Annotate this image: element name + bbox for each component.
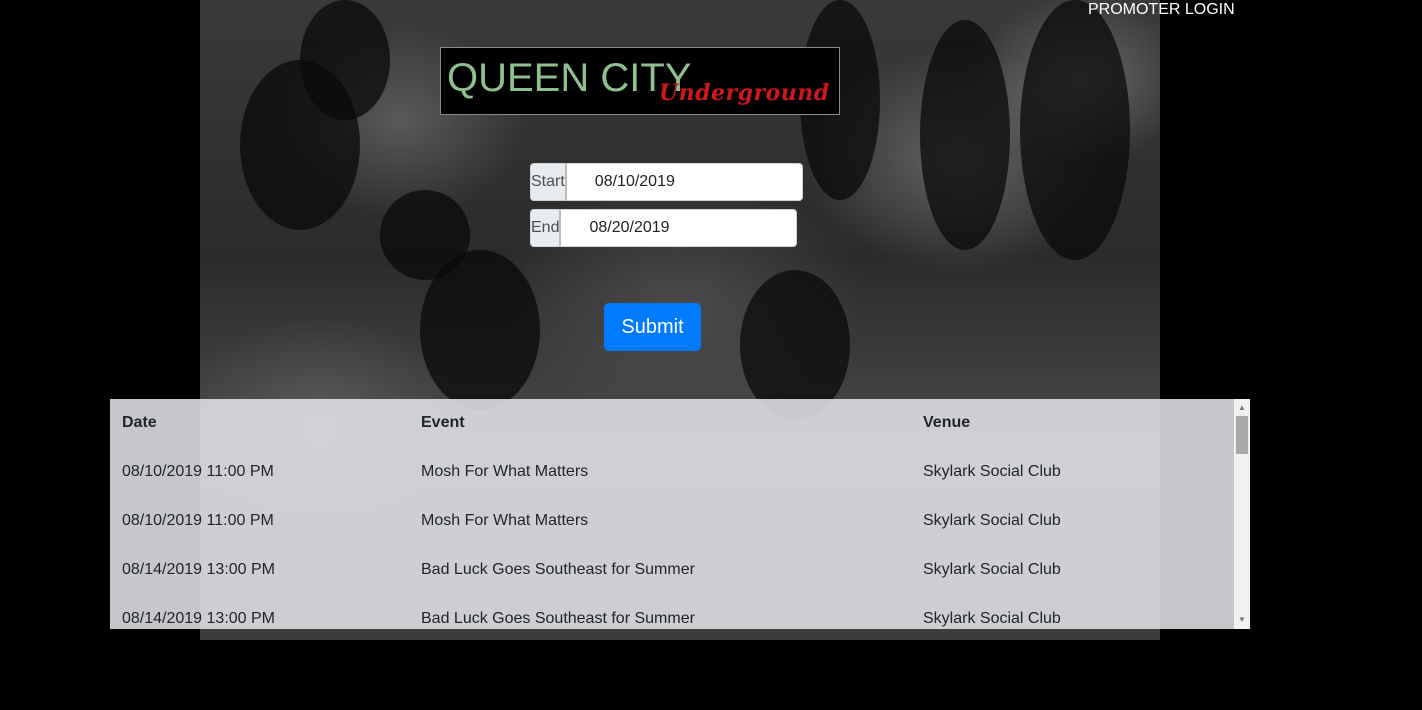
- event-name-cell: Mosh For What Matters: [421, 511, 589, 529]
- scroll-up-arrow-icon[interactable]: ▲: [1234, 401, 1250, 415]
- page: PROMOTER LOGIN QUEEN CITY Underground St…: [0, 0, 1422, 710]
- end-date-label: End: [530, 209, 560, 247]
- event-name-cell: Bad Luck Goes Southeast for Summer: [421, 609, 695, 627]
- start-date-input[interactable]: [564, 163, 803, 201]
- table-row[interactable]: 08/10/2019 11:00 PM Mosh For What Matter…: [110, 447, 1234, 496]
- event-venue-cell: Skylark Social Club: [923, 511, 1061, 529]
- event-venue-cell: Skylark Social Club: [923, 462, 1061, 480]
- events-table-panel: Date Event Venue 08/10/2019 11:00 PM Mos…: [110, 399, 1250, 629]
- end-date-input[interactable]: [559, 209, 798, 247]
- event-date-cell: 08/10/2019 11:00 PM: [122, 462, 274, 480]
- column-header-event: Event: [421, 414, 465, 431]
- event-venue-cell: Skylark Social Club: [923, 609, 1061, 627]
- table-header-row: Date Event Venue: [110, 399, 1234, 447]
- scroll-down-arrow-icon[interactable]: ▼: [1234, 613, 1250, 627]
- events-table: Date Event Venue 08/10/2019 11:00 PM Mos…: [110, 399, 1234, 629]
- event-date-cell: 08/14/2019 13:00 PM: [122, 560, 276, 578]
- event-venue-cell: Skylark Social Club: [923, 560, 1061, 578]
- column-header-venue: Venue: [923, 414, 971, 431]
- start-date-label: Start: [530, 163, 565, 201]
- logo-title: QUEEN CITY: [447, 56, 692, 100]
- table-row[interactable]: 08/14/2019 13:00 PM Bad Luck Goes Southe…: [110, 594, 1234, 629]
- site-logo[interactable]: QUEEN CITY Underground: [440, 47, 840, 115]
- event-date-cell: 08/14/2019 13:00 PM: [122, 609, 276, 627]
- promoter-login-link[interactable]: PROMOTER LOGIN: [1088, 1, 1235, 19]
- event-name-cell: Bad Luck Goes Southeast for Summer: [421, 560, 695, 578]
- table-row[interactable]: 08/14/2019 13:00 PM Bad Luck Goes Southe…: [110, 545, 1234, 594]
- table-row[interactable]: 08/10/2019 11:00 PM Mosh For What Matter…: [110, 496, 1234, 545]
- table-scrollbar[interactable]: ▲ ▼: [1234, 399, 1250, 629]
- end-date-group: End: [530, 209, 798, 247]
- start-date-group: Start: [530, 163, 803, 201]
- logo-subtitle: Underground: [659, 80, 830, 106]
- submit-button[interactable]: Submit: [604, 303, 701, 351]
- column-header-date: Date: [122, 414, 157, 431]
- event-name-cell: Mosh For What Matters: [421, 462, 589, 480]
- event-date-cell: 08/10/2019 11:00 PM: [122, 511, 274, 529]
- scrollbar-thumb[interactable]: [1236, 416, 1248, 454]
